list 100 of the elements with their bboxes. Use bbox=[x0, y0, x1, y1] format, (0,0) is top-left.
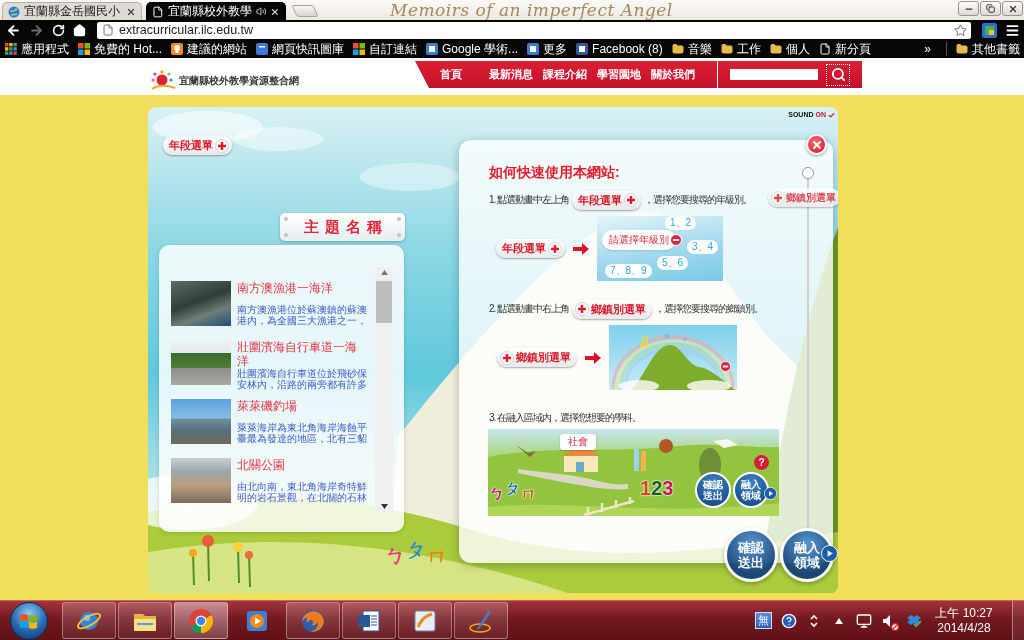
taskbar-app-button[interactable] bbox=[342, 602, 396, 639]
folder-icon bbox=[769, 43, 782, 55]
photo-placeholder[interactable] bbox=[171, 399, 231, 444]
bookmark-folder[interactable]: 其他書籤 bbox=[956, 41, 1020, 57]
nav-link[interactable]: 首頁 bbox=[435, 67, 484, 82]
menu-icon[interactable] bbox=[1005, 22, 1020, 38]
search-field[interactable] bbox=[730, 69, 818, 80]
nav-link[interactable]: 關於我們 bbox=[646, 67, 700, 82]
taskbar-app-button[interactable] bbox=[118, 602, 172, 639]
restore-button[interactable] bbox=[980, 1, 1001, 16]
address-field[interactable]: extracurricular.ilc.edu.tw bbox=[97, 21, 971, 39]
scrollbar-thumb[interactable] bbox=[802, 167, 814, 179]
site-title: 宜蘭縣校外教學資源整合網 bbox=[179, 74, 299, 88]
restore-icon bbox=[986, 4, 995, 13]
grade-option: 1、2 bbox=[665, 216, 697, 230]
nav-link[interactable]: 最新消息 bbox=[484, 67, 538, 82]
bookmark-link[interactable]: 免費的 Hot... bbox=[78, 41, 162, 57]
topic-title[interactable]: 萊萊磯釣場 bbox=[237, 399, 368, 413]
topic-signboard: 主題名稱 bbox=[280, 213, 405, 241]
scroll-up-icon[interactable] bbox=[380, 270, 388, 275]
taskbar-app-button[interactable] bbox=[174, 602, 228, 639]
photo-placeholder[interactable] bbox=[171, 281, 231, 326]
topic-summary: 由北向南，東北角海岸奇特鮮明的岩石景觀，在北關的石林 bbox=[237, 481, 368, 503]
town-menu-button[interactable]: 鄉鎮別選單 bbox=[768, 188, 838, 207]
bookmark-folder[interactable]: 音樂 bbox=[671, 41, 712, 57]
bopomofo-letters: ㄅㄆㄇ bbox=[489, 481, 537, 502]
search-button[interactable] bbox=[826, 63, 850, 86]
sun-logo-icon bbox=[150, 70, 176, 92]
nav-link[interactable]: 學習園地 bbox=[592, 67, 646, 82]
bookmark-link[interactable]: 更多 bbox=[527, 41, 568, 57]
page-icon bbox=[818, 43, 831, 55]
topic-title[interactable]: 壯圍濱海自行車道一海洋 bbox=[237, 340, 368, 368]
prompt-label: 請選擇年級別 bbox=[602, 230, 676, 250]
grade-option: 5、6 bbox=[657, 256, 689, 270]
show-desktop-button[interactable] bbox=[1012, 600, 1024, 640]
back-icon[interactable] bbox=[6, 22, 21, 38]
close-icon[interactable] bbox=[270, 6, 280, 17]
reload-icon[interactable] bbox=[52, 23, 65, 37]
step-text: 1. 點選動畫中左上角 bbox=[489, 193, 570, 207]
folder-icon bbox=[956, 43, 968, 55]
flower-icon bbox=[189, 549, 197, 586]
taskbar-app-button[interactable] bbox=[398, 602, 452, 639]
step-text: ，選擇您要搜尋的鄉鎮別。 bbox=[655, 302, 764, 316]
plus-icon bbox=[771, 190, 785, 205]
scroll-down-icon[interactable] bbox=[380, 504, 388, 509]
bookmark-link[interactable]: 建議的網站 bbox=[171, 41, 247, 57]
town-menu-button[interactable]: 鄉鎮別選單 bbox=[497, 348, 577, 367]
browser-tab[interactable]: 宜蘭縣校外教學 bbox=[146, 2, 286, 20]
box-check-icon[interactable] bbox=[906, 612, 922, 629]
minimize-button[interactable] bbox=[958, 1, 979, 16]
ime-indicator[interactable]: 無 bbox=[755, 612, 772, 629]
bookmark-link[interactable]: 自訂連結 bbox=[353, 41, 417, 57]
taskbar-app-button[interactable] bbox=[62, 602, 116, 639]
scrollbar-thumb[interactable] bbox=[376, 281, 392, 323]
grade-menu-button[interactable]: 年段選單 bbox=[163, 136, 232, 155]
check-icon bbox=[828, 111, 835, 119]
clock-date: 2014/4/28 bbox=[937, 620, 991, 636]
bookmark-link[interactable]: Facebook (8) bbox=[576, 41, 663, 57]
bulb-icon bbox=[171, 43, 183, 55]
play-icon[interactable] bbox=[821, 545, 838, 562]
monitor-icon[interactable] bbox=[856, 612, 872, 629]
minus-icon bbox=[670, 234, 682, 246]
close-icon[interactable] bbox=[126, 6, 136, 17]
document-icon bbox=[356, 607, 382, 634]
bookmark-link[interactable]: 新分頁 bbox=[818, 41, 871, 57]
arrow-icon bbox=[585, 351, 601, 364]
step-text: 3. 在融入區域內，選擇您想要的學科。 bbox=[489, 411, 642, 425]
flower-icon bbox=[245, 551, 253, 588]
plus-icon bbox=[500, 350, 514, 365]
photo-placeholder[interactable] bbox=[171, 458, 231, 503]
dialog-title: 如何快速使用本網站: bbox=[489, 163, 621, 181]
bookmarks-overflow-button[interactable]: » bbox=[918, 42, 937, 56]
bookmark-link[interactable]: 網頁快訊圖庫 bbox=[256, 41, 344, 57]
nav-link[interactable]: 課程介紹 bbox=[538, 67, 592, 82]
close-window-button[interactable] bbox=[1002, 1, 1023, 16]
plus-icon bbox=[548, 241, 562, 256]
bookmark-link[interactable]: Google 學術... bbox=[426, 41, 519, 57]
home-icon[interactable] bbox=[73, 23, 86, 37]
browser-tab[interactable]: 宜蘭縣金岳國民小 bbox=[2, 2, 142, 20]
folder-icon bbox=[720, 43, 733, 55]
bookmark-star-icon[interactable] bbox=[954, 23, 967, 37]
clock-time: 上午 10:27 bbox=[935, 605, 993, 621]
flower-icon bbox=[202, 535, 214, 582]
start-button[interactable] bbox=[10, 601, 48, 640]
photo-placeholder[interactable] bbox=[171, 340, 231, 385]
bookmark-folder[interactable]: 工作 bbox=[720, 41, 761, 57]
bookmark-link[interactable]: 應用程式 bbox=[5, 41, 69, 57]
topic-title[interactable]: 北關公園 bbox=[237, 458, 368, 472]
play-icon[interactable] bbox=[764, 487, 777, 500]
folder-icon bbox=[671, 43, 684, 55]
extension-tile-icon[interactable] bbox=[982, 22, 997, 38]
scrollbar-track[interactable] bbox=[375, 267, 393, 512]
grid-icon bbox=[5, 43, 17, 55]
help-icon[interactable] bbox=[781, 612, 797, 629]
grade-menu-button[interactable]: 年段選單 bbox=[496, 239, 565, 258]
topic-title[interactable]: 南方澳漁港一海洋 bbox=[237, 281, 368, 295]
grade-menu-button[interactable]: 年段選單 bbox=[572, 190, 642, 210]
bookmark-folder[interactable]: 個人 bbox=[769, 41, 810, 57]
town-menu-button[interactable]: 鄉鎮別選單 bbox=[572, 299, 653, 319]
flower-icon bbox=[233, 542, 243, 584]
